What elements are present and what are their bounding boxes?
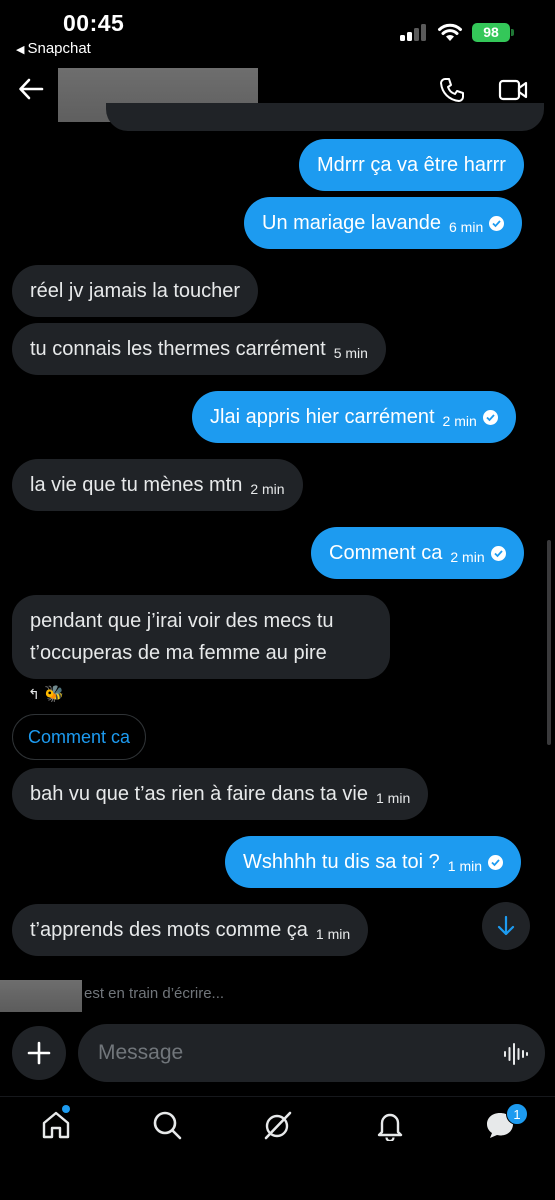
back-triangle-icon: ◀ bbox=[16, 44, 25, 56]
grok-icon[interactable] bbox=[262, 1109, 294, 1141]
plus-icon bbox=[27, 1041, 51, 1065]
message-received[interactable]: la vie que tu mènes mtn 2 min bbox=[12, 459, 303, 511]
message-text: Jlai appris hier carrément bbox=[210, 406, 435, 428]
message-input[interactable] bbox=[98, 1024, 488, 1082]
message-time: 5 min bbox=[333, 345, 368, 361]
back-to-app-link[interactable]: ◀ Snapchat bbox=[16, 40, 91, 57]
home-new-dot bbox=[62, 1105, 70, 1113]
message-time: 1 min bbox=[376, 790, 411, 806]
message-sent[interactable]: Wshhhh tu dis sa toi ? 1 min bbox=[225, 836, 522, 888]
message-time: 2 min bbox=[442, 413, 477, 429]
back-app-label: Snapchat bbox=[27, 40, 91, 57]
message-sent[interactable]: Jlai appris hier carrément 2 min bbox=[192, 391, 516, 443]
video-call-icon[interactable] bbox=[498, 78, 528, 102]
search-icon[interactable] bbox=[151, 1109, 183, 1141]
bee-icon: 🐝 bbox=[44, 686, 65, 703]
message-received[interactable]: tu connais les thermes carrément 5 min bbox=[12, 323, 386, 375]
message-time: 1 min bbox=[315, 926, 351, 942]
message-time: 2 min bbox=[250, 481, 285, 497]
cellular-signal-icon bbox=[400, 24, 428, 41]
status-bar: 00:45 ◀ Snapchat 98 bbox=[0, 0, 555, 62]
scrollbar[interactable] bbox=[547, 540, 551, 745]
voice-message-icon[interactable] bbox=[502, 1041, 528, 1067]
battery-indicator: 98 bbox=[472, 23, 514, 42]
home-icon[interactable] bbox=[40, 1109, 72, 1141]
wifi-icon bbox=[438, 23, 462, 41]
message-received[interactable]: bah vu que t’as rien à faire dans ta vie… bbox=[12, 768, 429, 820]
message-text: t’apprends des mots comme ça bbox=[30, 919, 308, 941]
reaction-row[interactable]: ↰ 🐝 bbox=[28, 684, 64, 704]
message-text: Mdrrr ça va être harrr bbox=[317, 154, 506, 176]
typing-indicator: est en train d’écrire... bbox=[84, 985, 225, 1002]
message-sent[interactable]: Un mariage lavande 6 min bbox=[244, 197, 523, 249]
reply-icon: ↰ bbox=[28, 686, 40, 702]
back-arrow-icon[interactable] bbox=[18, 76, 44, 102]
message-text: tu connais les thermes carrément bbox=[30, 338, 326, 360]
message-text: bah vu que t’as rien à faire dans ta vie bbox=[30, 783, 368, 805]
message-composer bbox=[78, 1024, 545, 1082]
clipped-message-bubble bbox=[106, 103, 544, 131]
read-check-icon bbox=[489, 216, 505, 232]
quick-reply-chip[interactable]: Comment ca bbox=[12, 714, 147, 760]
message-text: Un mariage lavande bbox=[262, 212, 441, 234]
message-received[interactable]: pendant que j’irai voir des mecs tu t’oc… bbox=[12, 595, 390, 679]
message-received[interactable]: réel jv jamais la toucher bbox=[12, 265, 259, 317]
typing-user-redacted bbox=[0, 980, 82, 1012]
message-sent[interactable]: Comment ca 2 min bbox=[311, 527, 524, 579]
message-text: réel jv jamais la toucher bbox=[30, 280, 241, 302]
add-media-button[interactable] bbox=[12, 1026, 66, 1080]
message-text: Comment ca bbox=[329, 542, 443, 564]
message-text-line: t’occuperas de ma femme au pire bbox=[30, 642, 327, 664]
message-text-line: pendant que j’irai voir des mecs tu bbox=[30, 610, 334, 632]
scroll-to-bottom-button[interactable] bbox=[482, 902, 530, 950]
message-time: 1 min bbox=[447, 858, 483, 874]
message-time: 6 min bbox=[449, 219, 484, 235]
message-time: 2 min bbox=[450, 549, 485, 565]
bottom-navigation: 1 bbox=[0, 1096, 555, 1200]
message-text: Wshhhh tu dis sa toi ? bbox=[243, 851, 440, 873]
message-sent[interactable]: Mdrrr ça va être harrr bbox=[299, 139, 524, 191]
read-check-icon bbox=[488, 855, 504, 871]
messages-badge: 1 bbox=[506, 1103, 528, 1125]
message-received[interactable]: t’apprends des mots comme ça 1 min bbox=[12, 904, 369, 956]
read-check-icon bbox=[490, 546, 506, 562]
read-check-icon bbox=[482, 410, 498, 426]
phone-icon[interactable] bbox=[438, 76, 466, 104]
message-text: la vie que tu mènes mtn bbox=[30, 474, 243, 496]
status-time: 00:45 bbox=[63, 10, 125, 36]
arrow-down-icon bbox=[497, 915, 515, 936]
notifications-icon[interactable] bbox=[374, 1109, 406, 1141]
